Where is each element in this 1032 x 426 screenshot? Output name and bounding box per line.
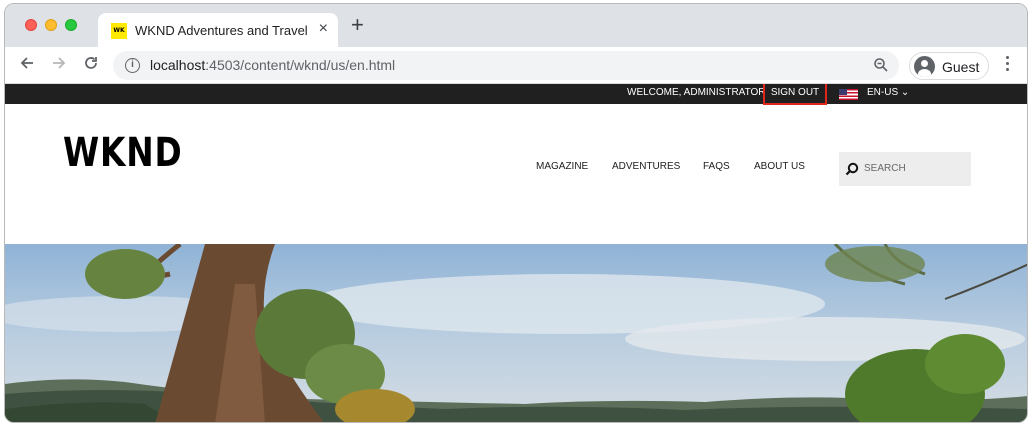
web-page: WELCOME, ADMINISTRATOR SIGN OUT EN-US ⌄ … <box>5 84 1027 422</box>
welcome-text: WELCOME, ADMINISTRATOR <box>627 87 766 98</box>
browser-tab[interactable]: WK WKND Adventures and Travel × <box>98 13 338 47</box>
maximize-window-button[interactable] <box>65 19 77 31</box>
wknd-favicon-icon: WK <box>111 23 127 39</box>
language-label: EN-US <box>867 87 899 98</box>
utility-bar: WELCOME, ADMINISTRATOR SIGN OUT EN-US ⌄ <box>5 84 1027 105</box>
avatar-icon <box>914 56 935 77</box>
nav-faqs[interactable]: FAQS <box>703 161 730 172</box>
back-arrow-icon[interactable] <box>19 55 35 74</box>
minimize-window-button[interactable] <box>45 19 57 31</box>
address-bar[interactable]: i localhost:4503/content/wknd/us/en.html <box>113 51 899 80</box>
wknd-logo[interactable]: WKND <box>63 130 183 176</box>
close-window-button[interactable] <box>25 19 37 31</box>
profile-label: Guest <box>942 59 980 75</box>
reload-icon[interactable] <box>83 55 99 74</box>
tab-strip: WK WKND Adventures and Travel × + <box>5 4 1027 47</box>
url-path: :4503/content/wknd/us/en.html <box>205 57 396 73</box>
close-icon[interactable]: × <box>319 20 328 38</box>
tab-title: WKND Adventures and Travel <box>135 23 308 38</box>
nav-about-us[interactable]: ABOUT US <box>754 161 805 172</box>
plus-icon[interactable]: + <box>351 14 364 36</box>
language-selector[interactable]: EN-US ⌄ <box>867 87 909 98</box>
sign-out-button[interactable]: SIGN OUT <box>763 84 827 105</box>
nav-magazine[interactable]: MAGAZINE <box>536 161 588 172</box>
zoom-icon[interactable] <box>873 57 889 73</box>
search-placeholder: SEARCH <box>864 163 906 174</box>
search-input[interactable]: SEARCH <box>839 152 971 186</box>
browser-toolbar: i localhost:4503/content/wknd/us/en.html… <box>5 47 1027 84</box>
url-text[interactable]: localhost:4503/content/wknd/us/en.html <box>150 57 395 73</box>
search-icon <box>845 162 859 176</box>
hero-image <box>5 244 1027 422</box>
menu-dots-icon[interactable] <box>999 56 1015 76</box>
us-flag-icon[interactable] <box>839 89 858 100</box>
url-host: localhost <box>150 57 206 73</box>
chevron-down-icon: ⌄ <box>898 87 910 98</box>
nav-adventures[interactable]: ADVENTURES <box>612 161 680 172</box>
forward-arrow-icon[interactable] <box>51 55 67 74</box>
browser-window: WK WKND Adventures and Travel × + i loca… <box>4 3 1028 423</box>
profile-button[interactable]: Guest <box>909 52 989 80</box>
info-icon[interactable]: i <box>125 58 140 73</box>
